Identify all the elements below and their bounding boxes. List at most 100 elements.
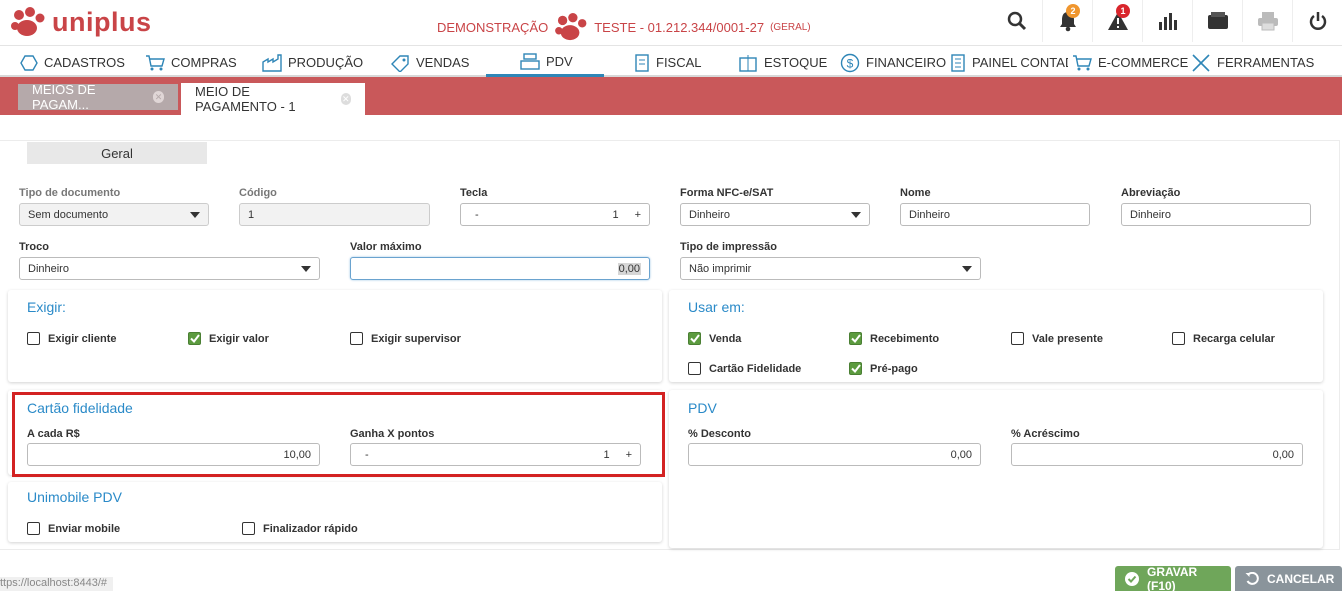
checkbox-box xyxy=(242,522,255,535)
pdv-panel xyxy=(669,390,1323,548)
menu-vendas-label: VENDAS xyxy=(416,55,470,70)
checkbox-label: Recarga celular xyxy=(1193,332,1275,345)
cartao-fidelidade-checkbox[interactable]: Cartão Fidelidade xyxy=(688,362,801,375)
desconto-value: 0,00 xyxy=(950,448,972,461)
checkbox-label: Recebimento xyxy=(870,332,940,345)
exigir-cliente-checkbox[interactable]: Exigir cliente xyxy=(27,332,116,345)
tecla-stepper[interactable]: - 1 + xyxy=(460,203,650,226)
enviar-mobile-checkbox[interactable]: Enviar mobile xyxy=(27,522,120,535)
menu-pdv[interactable]: PDV xyxy=(486,48,604,77)
search-button[interactable] xyxy=(992,0,1042,42)
tab-meio-de-pagamento-1[interactable]: MEIO DE PAGAMENTO - 1 ✕ xyxy=(181,83,365,115)
close-icon[interactable]: ✕ xyxy=(153,91,164,103)
forma-nfce-select[interactable]: Dinheiro xyxy=(680,203,870,226)
chevron-down-icon xyxy=(851,211,861,218)
tipo-impressao-value: Não imprimir xyxy=(689,262,752,275)
notifications-button[interactable]: 2 xyxy=(1042,0,1092,42)
exigir-valor-checkbox[interactable]: Exigir valor xyxy=(188,332,269,345)
nome-input[interactable]: Dinheiro xyxy=(900,203,1090,226)
cancel-button[interactable]: CANCELAR xyxy=(1235,566,1342,591)
menu-ecommerce[interactable]: E-COMMERCE xyxy=(1068,48,1188,77)
forma-nfce-label: Forma NFC-e/SAT xyxy=(680,187,774,199)
menu-pdv-label: PDV xyxy=(546,53,573,69)
checkbox-label: Exigir supervisor xyxy=(371,332,461,345)
decrement-button[interactable]: - xyxy=(475,209,505,221)
menu-financeiro-label: FINANCEIRO xyxy=(866,55,947,70)
increment-button[interactable]: + xyxy=(635,209,641,221)
menu-producao[interactable]: PRODUÇÃO xyxy=(254,48,382,77)
codigo-label: Código xyxy=(239,187,277,199)
alerts-badge: 1 xyxy=(1116,4,1130,18)
menu-estoque-label: ESTOQUE xyxy=(764,55,828,70)
tipo-documento-label: Tipo de documento xyxy=(19,187,121,199)
menu-cadastros[interactable]: CADASTROS xyxy=(12,48,137,77)
usar-em-title: Usar em: xyxy=(688,299,745,315)
notifications-badge: 2 xyxy=(1066,4,1080,18)
close-icon[interactable]: ✕ xyxy=(340,93,351,105)
forma-nfce-value: Dinheiro xyxy=(689,208,730,221)
finalizador-rapido-checkbox[interactable]: Finalizador rápido xyxy=(242,522,358,535)
print-button[interactable] xyxy=(1242,0,1292,42)
valor-maximo-value: 0,00 xyxy=(617,262,641,275)
document-icon xyxy=(634,53,650,72)
desconto-input[interactable]: 0,00 xyxy=(688,443,981,466)
tipo-documento-select[interactable]: Sem documento xyxy=(19,203,209,226)
tecla-value[interactable]: 1 xyxy=(505,209,635,221)
printer-icon xyxy=(1257,12,1278,31)
exigir-title: Exigir: xyxy=(27,299,66,315)
toolbar-icons: 2 1 xyxy=(992,0,1342,42)
power-icon xyxy=(1309,12,1326,30)
menu-ferramentas[interactable]: FERRAMENTAS xyxy=(1183,48,1314,77)
reports-button[interactable] xyxy=(1142,0,1192,42)
status-bar-url: ttps://localhost:8443/# xyxy=(0,577,114,591)
uniplus-logo[interactable]: uniplus xyxy=(10,6,152,38)
undo-icon xyxy=(1245,571,1259,586)
valor-maximo-input[interactable]: 0,00 xyxy=(350,257,650,280)
company-tag: (GERAL) xyxy=(770,21,811,33)
menu-vendas[interactable]: VENDAS xyxy=(382,48,486,77)
box-icon xyxy=(738,54,758,72)
checkbox-box xyxy=(688,362,701,375)
desconto-label: % Desconto xyxy=(688,428,751,440)
troco-value: Dinheiro xyxy=(28,262,69,275)
checkbox-box xyxy=(27,332,40,345)
checkbox-label: Exigir cliente xyxy=(48,332,117,345)
tab-meios-de-pagamento[interactable]: MEIOS DE PAGAM... ✕ xyxy=(18,82,178,112)
tipo-impressao-select[interactable]: Não imprimir xyxy=(680,257,981,280)
wallet-button[interactable] xyxy=(1192,0,1242,42)
checkmark-icon xyxy=(849,332,862,345)
tag-icon xyxy=(390,54,410,72)
menu-fiscal[interactable]: FISCAL xyxy=(604,48,718,77)
company-selector[interactable]: DEMONSTRAÇÃO TESTE - 01.212.344/0001-27 … xyxy=(437,13,811,41)
alerts-button[interactable]: 1 xyxy=(1092,0,1142,42)
abreviacao-input[interactable]: Dinheiro xyxy=(1121,203,1311,226)
dollar-icon: $ xyxy=(840,53,860,73)
checkbox-label: Enviar mobile xyxy=(48,522,121,535)
wallet-icon xyxy=(1207,12,1228,29)
tipo-impressao-label: Tipo de impressão xyxy=(680,241,777,253)
chevron-down-icon xyxy=(190,211,200,218)
troco-select[interactable]: Dinheiro xyxy=(19,257,320,280)
exigir-supervisor-checkbox[interactable]: Exigir supervisor xyxy=(350,332,461,345)
tab-geral[interactable]: Geral xyxy=(27,142,207,164)
venda-checkbox[interactable]: Venda xyxy=(688,332,741,345)
cart-icon xyxy=(1072,54,1092,72)
save-label: GRAVAR (F10) xyxy=(1147,564,1198,593)
acrescimo-input[interactable]: 0,00 xyxy=(1011,443,1303,466)
menu-compras[interactable]: COMPRAS xyxy=(137,48,254,77)
menu-financeiro[interactable]: $ FINANCEIRO xyxy=(832,48,946,77)
menu-ecommerce-label: E-COMMERCE xyxy=(1098,55,1189,70)
cart-icon xyxy=(145,54,165,72)
cancel-label: CANCELAR xyxy=(1267,571,1335,586)
menu-producao-label: PRODUÇÃO xyxy=(288,55,364,70)
save-button[interactable]: GRAVAR (F10) xyxy=(1115,564,1231,593)
recebimento-checkbox[interactable]: Recebimento xyxy=(849,332,939,345)
vale-presente-checkbox[interactable]: Vale presente xyxy=(1011,332,1103,345)
search-icon xyxy=(1007,11,1027,31)
abreviacao-value: Dinheiro xyxy=(1130,208,1171,221)
logout-button[interactable] xyxy=(1292,0,1342,42)
menu-estoque[interactable]: ESTOQUE xyxy=(718,48,832,77)
recarga-celular-checkbox[interactable]: Recarga celular xyxy=(1172,332,1275,345)
menu-painel-contador[interactable]: PAINEL CONTADOR xyxy=(942,48,1068,77)
pre-pago-checkbox[interactable]: Pré-pago xyxy=(849,362,918,375)
